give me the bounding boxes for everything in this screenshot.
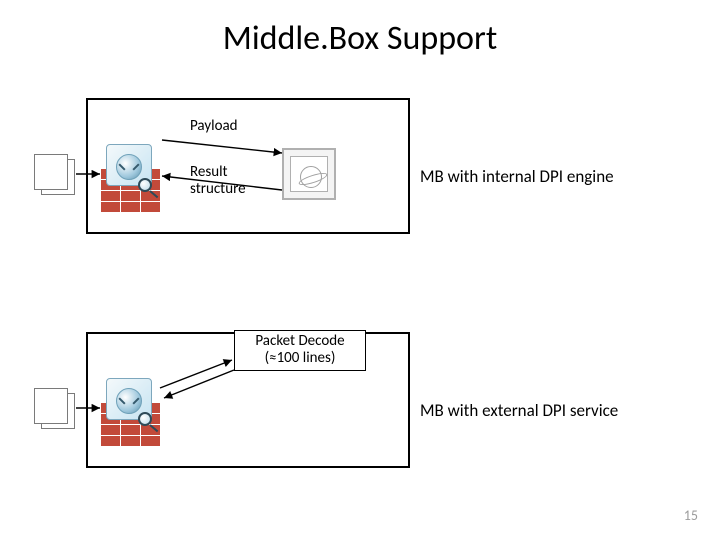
caption-bottom: MB with external DPI service <box>420 400 618 421</box>
slide-number: 15 <box>684 507 698 524</box>
label-result: Result structure <box>190 164 246 197</box>
config-file-icon <box>34 388 76 430</box>
label-payload: Payload <box>190 118 238 135</box>
dpi-engine-icon <box>282 148 336 200</box>
label-packet-decode: Packet Decode (≈100 lines) <box>234 330 366 371</box>
firewall-appliance-icon <box>100 402 160 446</box>
caption-top: MB with internal DPI engine <box>420 166 614 187</box>
slide-title: Middle.Box Support <box>0 18 720 59</box>
firewall-appliance-icon <box>100 168 160 212</box>
config-file-icon <box>34 154 76 196</box>
